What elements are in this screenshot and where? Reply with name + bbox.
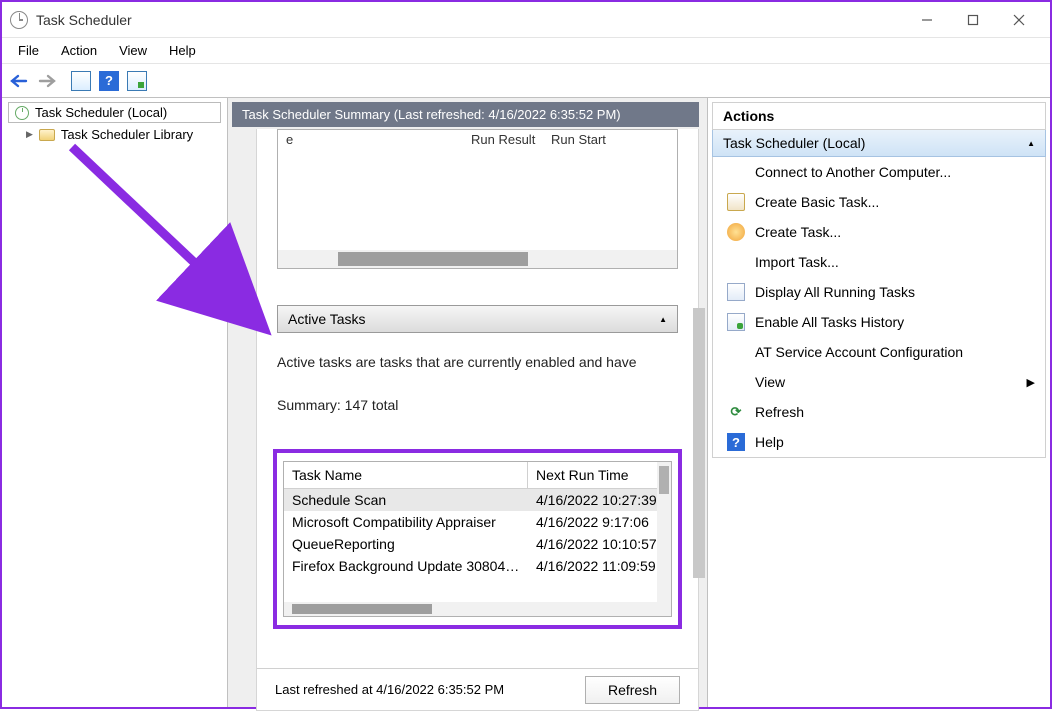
refresh-icon: ⟳ [727, 403, 745, 421]
status-h-scrollbar[interactable] [278, 250, 677, 268]
tree-root-label: Task Scheduler (Local) [35, 105, 167, 120]
status-col-run-start: Run Start [551, 132, 606, 147]
folder-icon [39, 129, 55, 141]
actions-scope[interactable]: Task Scheduler (Local) ▲ [712, 130, 1046, 157]
history-icon [727, 313, 745, 331]
table-row[interactable]: Microsoft Compatibility Appraiser 4/16/2… [284, 511, 671, 533]
menubar: File Action View Help [2, 38, 1050, 64]
table-v-scrollbar[interactable] [657, 462, 671, 616]
app-clock-icon [10, 11, 28, 29]
summary-header: Task Scheduler Summary (Last refreshed: … [232, 102, 699, 127]
toolbar-properties-button[interactable] [68, 68, 94, 94]
table-row[interactable]: Schedule Scan 4/16/2022 10:27:39 [284, 489, 671, 511]
chevron-right-icon: ▶ [26, 129, 33, 140]
blank-icon [727, 163, 745, 181]
active-tasks-summary: Summary: 147 total [277, 397, 398, 413]
actions-header: Actions [712, 102, 1046, 130]
maximize-button[interactable] [950, 4, 996, 36]
action-import-task[interactable]: Import Task... [713, 247, 1045, 277]
action-refresh[interactable]: ⟳ Refresh [713, 397, 1045, 427]
menu-help[interactable]: Help [159, 40, 206, 61]
nav-back-button[interactable] [6, 68, 32, 94]
summary-footer: Last refreshed at 4/16/2022 6:35:52 PM R… [257, 668, 698, 710]
active-tasks-header[interactable]: Active Tasks ▲ [277, 305, 678, 333]
tree-item-library[interactable]: ▶ Task Scheduler Library [8, 123, 221, 146]
action-view-submenu[interactable]: View ▶ [713, 367, 1045, 397]
active-tasks-label: Active Tasks [288, 311, 366, 327]
action-at-service-config[interactable]: AT Service Account Configuration [713, 337, 1045, 367]
nav-forward-button[interactable] [34, 68, 60, 94]
tree-library-label: Task Scheduler Library [61, 127, 193, 142]
table-row[interactable]: QueueReporting 4/16/2022 10:10:57 [284, 533, 671, 555]
blank-icon [727, 373, 745, 391]
action-connect-computer[interactable]: Connect to Another Computer... [713, 157, 1045, 187]
active-tasks-description: Active tasks are tasks that are currentl… [277, 353, 678, 372]
toolbar-panel-button[interactable] [124, 68, 150, 94]
refresh-button[interactable]: Refresh [585, 676, 680, 704]
toolbar-help-button[interactable]: ? [96, 68, 122, 94]
clock-icon [15, 106, 29, 120]
menu-view[interactable]: View [109, 40, 157, 61]
basic-task-icon [727, 193, 745, 211]
action-create-basic-task[interactable]: Create Basic Task... [713, 187, 1045, 217]
create-task-icon [727, 223, 745, 241]
status-col-run-result: Run Result [471, 132, 551, 147]
active-tasks-table-highlight: Task Name Next Run Time Schedule Scan 4/… [273, 449, 682, 629]
col-next-run-time[interactable]: Next Run Time [528, 462, 671, 488]
summary-pane: Task Scheduler Summary (Last refreshed: … [228, 98, 708, 707]
minimize-button[interactable] [904, 4, 950, 36]
action-help[interactable]: ? Help [713, 427, 1045, 457]
menu-action[interactable]: Action [51, 40, 107, 61]
task-scheduler-window: Task Scheduler File Action View Help ? T… [0, 0, 1052, 709]
menu-file[interactable]: File [8, 40, 49, 61]
col-task-name[interactable]: Task Name [284, 462, 528, 488]
chevron-right-icon: ▶ [1027, 376, 1035, 389]
action-display-running-tasks[interactable]: Display All Running Tasks [713, 277, 1045, 307]
actions-scope-label: Task Scheduler (Local) [723, 135, 865, 151]
tree-root-task-scheduler-local[interactable]: Task Scheduler (Local) [8, 102, 221, 123]
chevron-up-icon: ▲ [659, 315, 667, 324]
action-enable-task-history[interactable]: Enable All Tasks History [713, 307, 1045, 337]
chevron-up-icon: ▲ [1027, 139, 1035, 148]
action-create-task[interactable]: Create Task... [713, 217, 1045, 247]
last-refreshed-text: Last refreshed at 4/16/2022 6:35:52 PM [275, 682, 504, 697]
window-title: Task Scheduler [36, 12, 132, 28]
actions-pane: Actions Task Scheduler (Local) ▲ Connect… [708, 98, 1050, 707]
toolbar: ? [2, 64, 1050, 98]
display-tasks-icon [727, 283, 745, 301]
summary-v-scrollbar[interactable] [691, 128, 707, 661]
titlebar: Task Scheduler [2, 2, 1050, 38]
table-row[interactable]: Firefox Background Update 308046... 4/16… [284, 555, 671, 577]
active-tasks-table[interactable]: Task Name Next Run Time Schedule Scan 4/… [283, 461, 672, 617]
close-button[interactable] [996, 4, 1042, 36]
table-h-scrollbar[interactable] [284, 602, 657, 616]
blank-icon [727, 253, 745, 271]
status-col-1: e [286, 132, 471, 147]
help-icon: ? [727, 433, 745, 451]
blank-icon [727, 343, 745, 361]
tree-pane: Task Scheduler (Local) ▶ Task Scheduler … [2, 98, 228, 707]
task-status-box: e Run Result Run Start [277, 129, 678, 269]
